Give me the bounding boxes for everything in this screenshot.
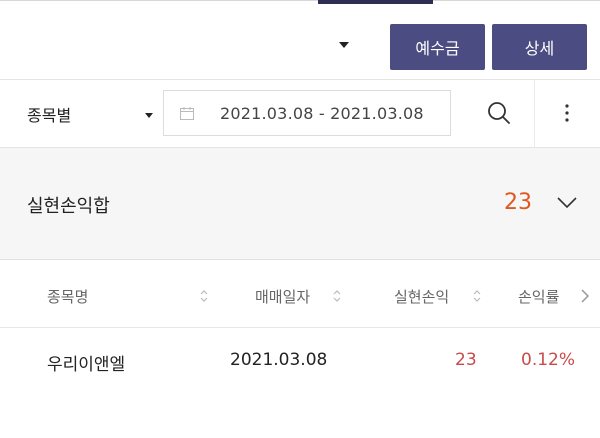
summary-label: 실현손익합 (27, 196, 110, 217)
chevron-right-icon[interactable] (580, 288, 590, 304)
column-header-date[interactable]: 매매일자 (255, 286, 310, 307)
top-divider (0, 0, 600, 6)
column-header-name[interactable]: 종목명 (47, 286, 88, 307)
trade-date: 2021.03.08 (230, 350, 328, 370)
search-icon[interactable] (486, 100, 512, 126)
realized-pnl-summary[interactable]: 실현손익합 23 (0, 148, 600, 260)
column-header-rate[interactable]: 손익률 (518, 286, 559, 307)
filter-row: 종목별 2021.03.08 - 2021.03.08 (0, 80, 600, 148)
more-vertical-icon[interactable] (560, 102, 574, 124)
sort-icon[interactable] (333, 289, 341, 303)
chevron-down-icon[interactable] (556, 196, 578, 210)
summary-value: 23 (504, 190, 532, 215)
realized-pnl: 23 (455, 350, 477, 370)
filter-caret-icon[interactable] (145, 113, 153, 118)
active-tab-indicator (318, 0, 433, 4)
pnl-rate: 0.12% (521, 350, 576, 370)
toolbar: 예수금 상세 (0, 12, 600, 80)
table-row[interactable]: 우리이앤엘 2021.03.08 23 0.12% (0, 328, 600, 398)
detail-button[interactable]: 상세 (492, 24, 587, 70)
account-dropdown-caret-icon[interactable] (339, 42, 349, 48)
date-range-text: 2021.03.08 - 2021.03.08 (220, 104, 424, 123)
deposit-button[interactable]: 예수금 (390, 24, 485, 70)
stock-name: 우리이앤엘 (47, 355, 126, 375)
vertical-divider (534, 80, 535, 148)
table-header: 종목명 매매일자 실현손익 손익률 (0, 262, 600, 328)
column-header-pnl[interactable]: 실현손익 (394, 286, 449, 307)
sort-icon[interactable] (200, 289, 208, 303)
sort-icon[interactable] (473, 289, 481, 303)
calendar-icon (180, 107, 194, 120)
filter-select[interactable]: 종목별 (27, 102, 71, 126)
date-range-field[interactable]: 2021.03.08 - 2021.03.08 (163, 90, 451, 136)
